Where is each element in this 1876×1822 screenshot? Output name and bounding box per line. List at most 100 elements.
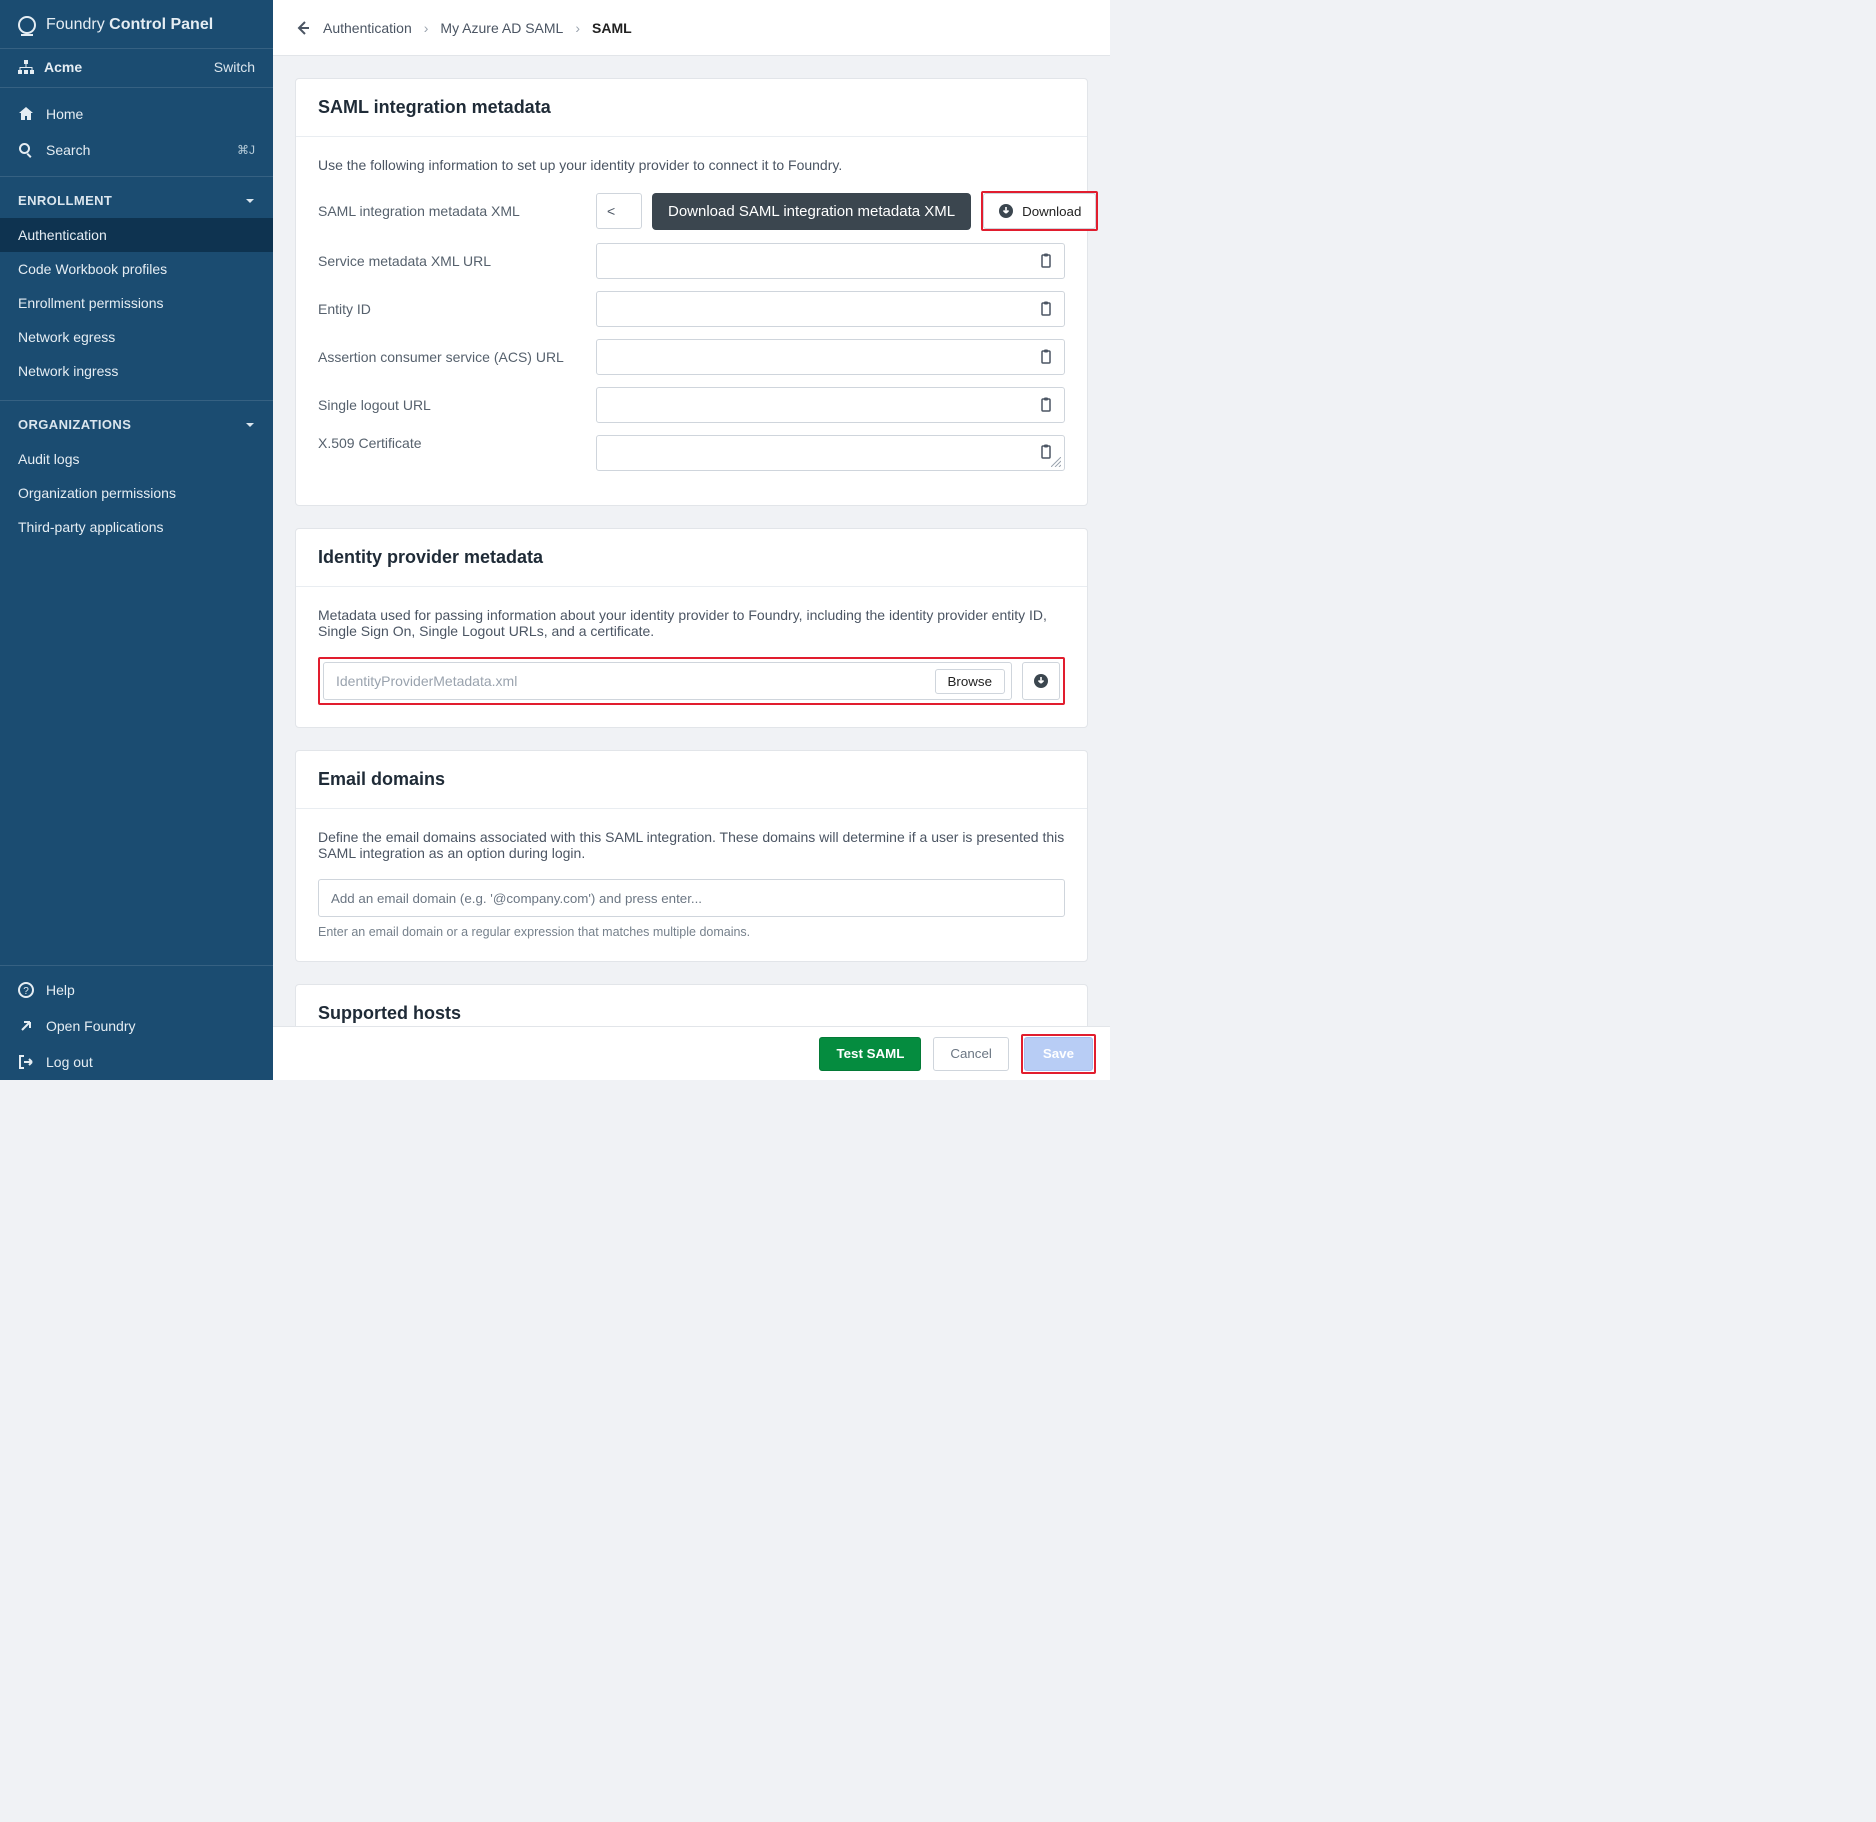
main-content: SAML integration metadata Use the follow… — [273, 56, 1110, 1026]
nav-logout-label: Log out — [46, 1054, 93, 1070]
breadcrumb-current: SAML — [592, 20, 632, 36]
sidebar-item-network-ingress[interactable]: Network ingress — [0, 354, 273, 388]
nav-logout[interactable]: Log out — [0, 1044, 273, 1080]
chevron-right-icon: › — [575, 20, 580, 36]
breadcrumb-my-azure-ad-saml[interactable]: My Azure AD SAML — [440, 20, 563, 36]
browse-button[interactable]: Browse — [935, 669, 1005, 694]
home-icon — [18, 106, 34, 122]
field-acs-url[interactable] — [596, 339, 1065, 375]
org-name: Acme — [44, 59, 82, 75]
card-title-email-domains: Email domains — [296, 751, 1087, 809]
search-icon — [18, 142, 34, 158]
label-x509-cert: X.509 Certificate — [318, 435, 578, 451]
nav-search-label: Search — [46, 142, 90, 158]
sidebar-item-audit-logs[interactable]: Audit logs — [0, 442, 273, 476]
label-service-metadata-url: Service metadata XML URL — [318, 253, 578, 269]
row-slo-url: Single logout URL — [318, 387, 1065, 423]
section-organizations-title: ORGANIZATIONS — [18, 417, 131, 432]
download-metadata-label: Download — [1022, 204, 1081, 219]
tooltip-download-metadata: Download SAML integration metadata XML — [652, 193, 971, 230]
card-title-idp-meta: Identity provider metadata — [296, 529, 1087, 587]
brand-logo-icon — [18, 16, 36, 34]
section-organizations-list: Audit logs Organization permissions Thir… — [0, 442, 273, 556]
section-organizations-header[interactable]: ORGANIZATIONS — [0, 400, 273, 442]
card-supported-hosts: Supported hosts — [295, 984, 1088, 1026]
row-x509-cert: X.509 Certificate — [318, 435, 1065, 471]
sidebar-item-code-workbook-profiles[interactable]: Code Workbook profiles — [0, 252, 273, 286]
field-slo-url[interactable] — [596, 387, 1065, 423]
breadcrumb-authentication[interactable]: Authentication — [323, 20, 412, 36]
section-enrollment-header[interactable]: ENROLLMENT — [0, 176, 273, 218]
nav-home-label: Home — [46, 106, 83, 122]
nav-help-label: Help — [46, 982, 75, 998]
breadcrumb-bar: Authentication › My Azure AD SAML › SAML — [273, 0, 1110, 56]
row-acs-url: Assertion consumer service (ACS) URL — [318, 339, 1065, 375]
email-domain-hint: Enter an email domain or a regular expre… — [318, 925, 1065, 939]
idp-meta-desc: Metadata used for passing information ab… — [318, 607, 1065, 639]
card-saml-integration-metadata: SAML integration metadata Use the follow… — [295, 78, 1088, 506]
chevron-down-icon — [245, 420, 255, 430]
primary-nav: Home Search ⌘J — [0, 88, 273, 176]
brand-name-light: Foundry — [46, 16, 105, 33]
sidebar-item-authentication[interactable]: Authentication — [0, 218, 273, 252]
idp-metadata-file-input[interactable]: IdentityProviderMetadata.xml Browse — [323, 662, 1012, 700]
save-button[interactable]: Save — [1024, 1037, 1093, 1071]
sidebar: Foundry Control Panel Acme Switch Home S… — [0, 0, 273, 1080]
card-title-saml-meta: SAML integration metadata — [296, 79, 1087, 137]
clipboard-icon[interactable] — [1038, 301, 1054, 317]
sidebar-item-third-party-applications[interactable]: Third-party applications — [0, 510, 273, 544]
resize-handle-icon[interactable] — [1051, 457, 1061, 467]
field-saml-metadata-xml[interactable]: < — [596, 193, 642, 229]
clipboard-icon[interactable] — [1038, 397, 1054, 413]
help-icon: ? — [18, 982, 34, 998]
test-saml-button[interactable]: Test SAML — [819, 1037, 921, 1071]
idp-download-button[interactable] — [1022, 662, 1060, 700]
download-circle-icon — [1033, 673, 1049, 689]
card-title-supported-hosts: Supported hosts — [296, 985, 1087, 1026]
nav-home[interactable]: Home — [0, 96, 273, 132]
nav-search[interactable]: Search ⌘J — [0, 132, 273, 168]
external-link-icon — [18, 1018, 34, 1034]
section-enrollment-list: Authentication Code Workbook profiles En… — [0, 218, 273, 400]
field-x509-cert[interactable] — [596, 435, 1065, 471]
chevron-down-icon — [245, 196, 255, 206]
search-shortcut: ⌘J — [237, 143, 255, 157]
email-domain-input[interactable] — [318, 879, 1065, 917]
clipboard-icon[interactable] — [1038, 349, 1054, 365]
sidebar-item-enrollment-permissions[interactable]: Enrollment permissions — [0, 286, 273, 320]
highlight-save: Save — [1021, 1034, 1096, 1074]
field-saml-metadata-xml-value: < — [607, 203, 615, 219]
row-entity-id: Entity ID — [318, 291, 1065, 327]
back-arrow-icon[interactable] — [295, 20, 311, 36]
nav-open-foundry[interactable]: Open Foundry — [0, 1008, 273, 1044]
brand-header: Foundry Control Panel — [0, 0, 273, 48]
label-saml-metadata-xml: SAML integration metadata XML — [318, 203, 578, 219]
org-tree-icon — [18, 60, 34, 74]
row-service-metadata-url: Service metadata XML URL — [318, 243, 1065, 279]
nav-help[interactable]: ? Help — [0, 972, 273, 1008]
label-acs-url: Assertion consumer service (ACS) URL — [318, 349, 578, 365]
download-metadata-button[interactable]: Download — [983, 193, 1096, 229]
row-saml-metadata-xml: SAML integration metadata XML < Download… — [318, 191, 1065, 231]
section-enrollment-title: ENROLLMENT — [18, 193, 112, 208]
nav-open-foundry-label: Open Foundry — [46, 1018, 136, 1034]
highlight-download: Download — [981, 191, 1098, 231]
org-switch-link[interactable]: Switch — [214, 59, 255, 75]
saml-meta-desc: Use the following information to set up … — [318, 157, 1065, 173]
idp-metadata-placeholder: IdentityProviderMetadata.xml — [336, 673, 517, 689]
cancel-button[interactable]: Cancel — [933, 1037, 1009, 1071]
field-entity-id[interactable] — [596, 291, 1065, 327]
card-email-domains: Email domains Define the email domains a… — [295, 750, 1088, 962]
action-bar: Test SAML Cancel Save — [273, 1026, 1110, 1080]
field-service-metadata-url[interactable] — [596, 243, 1065, 279]
label-slo-url: Single logout URL — [318, 397, 578, 413]
email-domains-desc: Define the email domains associated with… — [318, 829, 1065, 861]
sidebar-item-organization-permissions[interactable]: Organization permissions — [0, 476, 273, 510]
label-entity-id: Entity ID — [318, 301, 578, 317]
sidebar-footer: ? Help Open Foundry Log out — [0, 965, 273, 1080]
brand-name-bold: Control Panel — [109, 16, 213, 33]
org-switcher[interactable]: Acme Switch — [0, 48, 273, 88]
sidebar-item-network-egress[interactable]: Network egress — [0, 320, 273, 354]
logout-icon — [18, 1054, 34, 1070]
clipboard-icon[interactable] — [1038, 253, 1054, 269]
